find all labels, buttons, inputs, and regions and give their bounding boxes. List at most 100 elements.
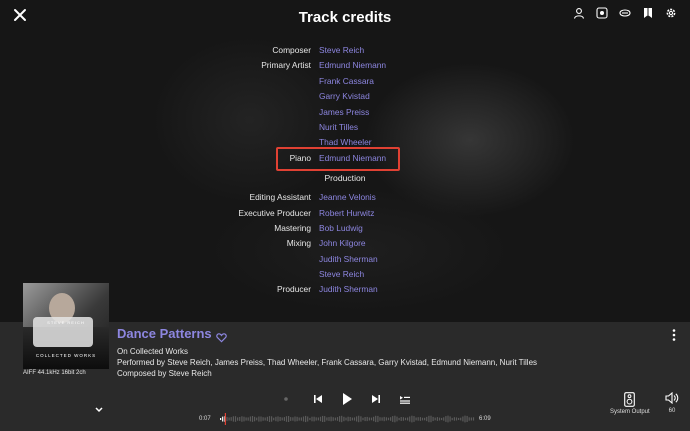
waveform-bar (315, 417, 317, 421)
previous-icon[interactable] (312, 392, 324, 406)
waveform-bar (305, 415, 307, 423)
queue-icon[interactable] (398, 392, 410, 406)
waveform-bar (417, 417, 419, 421)
credit-name-link[interactable]: Nurit Tilles (319, 120, 358, 135)
waveform-bar (285, 416, 288, 422)
waveform-bar (379, 417, 381, 421)
waveform-bar (383, 416, 385, 422)
next-icon[interactable] (370, 392, 382, 406)
waveform-bar (438, 417, 441, 421)
waveform-bar (281, 417, 283, 421)
performed-line: Performed by Steve Reich, James Preiss, … (117, 358, 538, 367)
volume-button[interactable]: 60 (662, 392, 682, 414)
waveform-bar (300, 417, 302, 421)
waveform-bar (268, 416, 271, 422)
credit-name-link[interactable]: Judith Sherman (319, 252, 378, 267)
waveform-bar (239, 417, 241, 421)
credit-row: Frank Cassara (0, 74, 690, 89)
waveform-bar (222, 416, 224, 422)
waveform-bar (464, 415, 466, 423)
seek-waveform[interactable] (220, 413, 475, 425)
waveform-bar (407, 417, 409, 421)
credit-row: Garry Kvistad (0, 89, 690, 104)
credit-row: Composer Steve Reich (0, 43, 690, 58)
credit-role: Editing Assistant (249, 192, 311, 203)
waveform-bar (470, 417, 472, 421)
waveform-bar (432, 416, 434, 421)
credit-name-link[interactable]: Steve Reich (319, 43, 364, 58)
waveform-bar (294, 416, 296, 422)
album-line[interactable]: On Collected Works (117, 347, 188, 356)
credit-name-link[interactable]: James Preiss (319, 105, 369, 120)
bookmark-icon[interactable] (641, 6, 655, 20)
waveform-bar (424, 417, 426, 421)
waveform-bar (296, 416, 298, 422)
credit-row: Primary Artist Edmund Niemann (0, 58, 690, 73)
waveform-bar (398, 417, 400, 421)
credit-name-link[interactable]: Bob Ludwig (319, 221, 363, 236)
waveform-bar (390, 417, 392, 421)
credit-row-piano: Piano Edmund Niemann (0, 151, 690, 166)
roon-icon[interactable] (618, 6, 632, 20)
credit-name-link[interactable]: Garry Kvistad (319, 89, 370, 104)
gear-icon[interactable] (664, 6, 678, 20)
more-vertical-icon[interactable] (670, 328, 678, 342)
zone-output-button[interactable]: System Output (610, 392, 650, 415)
credit-row: Editing Assistant Jeanne Velonis (0, 190, 690, 205)
play-icon[interactable] (340, 391, 354, 407)
credit-name-link[interactable]: Edmund Niemann (319, 151, 386, 166)
waveform-bar (258, 416, 260, 422)
credit-name-link[interactable]: Judith Sherman (319, 282, 378, 297)
credit-role: Primary Artist (261, 60, 311, 71)
waveform-bar (411, 415, 413, 423)
waveform-bar (279, 417, 281, 421)
album-art[interactable]: STEVE REICH COLLECTED WORKS (23, 283, 109, 369)
track-title[interactable]: Dance Patterns (117, 326, 212, 341)
credit-row: Steve Reich (0, 267, 690, 282)
waveform-bar (288, 416, 290, 422)
waveform-bar (415, 417, 417, 421)
waveform-bar (426, 416, 428, 422)
waveform-bar (220, 418, 222, 420)
waveform-bar (356, 416, 358, 422)
waveform-bar (245, 417, 247, 421)
credit-name-link[interactable]: Edmund Niemann (319, 58, 386, 73)
waveform-bar (468, 417, 470, 421)
radio-dot-icon[interactable] (282, 392, 290, 406)
waveform-bar (385, 417, 387, 421)
waveform-bar (256, 417, 258, 421)
playback-controls (282, 391, 410, 407)
waveform-bar (334, 417, 336, 421)
playhead (224, 413, 226, 425)
settings-box-icon[interactable] (595, 6, 609, 20)
credit-row: Judith Sherman (0, 252, 690, 267)
waveform-bar (336, 417, 339, 421)
waveform-bar (458, 417, 460, 420)
waveform-bar (262, 417, 264, 421)
credit-name-link[interactable]: Robert Hurwitz (319, 206, 374, 221)
credits-list: Composer Steve Reich Primary Artist Edmund… (0, 43, 690, 298)
waveform-bar (332, 417, 334, 421)
waveform-bar (366, 416, 368, 422)
waveform-bar (302, 416, 305, 422)
credit-role: Executive Producer (238, 207, 311, 218)
chevron-down-icon[interactable] (94, 401, 104, 413)
time-elapsed: 0:07 (199, 416, 211, 422)
waveform-bar (292, 417, 294, 421)
waveform-bar (455, 417, 458, 421)
credit-row: Nurit Tilles (0, 120, 690, 135)
waveform-bar (254, 416, 256, 422)
waveform-bar (360, 416, 362, 422)
credit-role: Piano (289, 152, 311, 163)
credit-name-link[interactable]: Steve Reich (319, 267, 364, 282)
credit-name-link[interactable]: John Kilgore (319, 236, 366, 251)
waveform-bar (358, 415, 360, 423)
waveform-bar (447, 415, 449, 423)
user-icon[interactable] (572, 6, 586, 20)
waveform-bar (298, 417, 300, 421)
heart-icon[interactable] (216, 330, 227, 343)
waveform-bar (264, 417, 266, 421)
credit-name-link[interactable]: Frank Cassara (319, 74, 374, 89)
credit-name-link[interactable]: Jeanne Velonis (319, 190, 376, 205)
credit-name-link[interactable]: Thad Wheeler (319, 135, 372, 150)
